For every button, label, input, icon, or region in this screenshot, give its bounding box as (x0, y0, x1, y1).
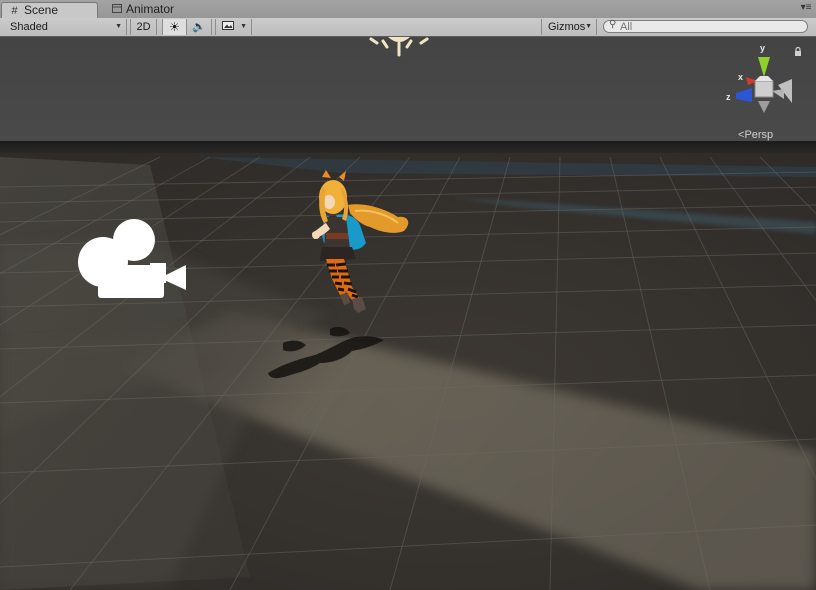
scene-window: # Scene Animator ▾≡ Shaded ▼ 2D ☀ 🔈 ▼ Giz… (0, 0, 816, 590)
search-input[interactable] (620, 21, 800, 32)
scene-lighting-toggle[interactable]: ☀ (162, 19, 187, 35)
speaker-icon: 🔈 (192, 21, 206, 33)
scene-effects-dropdown[interactable]: ▼ (215, 19, 252, 35)
scene-render (0, 37, 816, 590)
tab-scene[interactable]: # Scene (1, 2, 98, 18)
chevron-down-icon: ▼ (115, 23, 122, 30)
gizmo-axis-z-label: z (726, 92, 731, 102)
shading-mode-label: Shaded (10, 21, 48, 33)
gizmos-dropdown[interactable]: Gizmos ▼ (541, 19, 597, 35)
sun-icon: ☀ (169, 20, 180, 34)
tab-animator-label: Animator (126, 2, 175, 16)
projection-label: Persp (744, 129, 774, 141)
gizmo-axis-x-label: x (738, 72, 744, 82)
scene-audio-toggle[interactable]: 🔈 (187, 19, 212, 35)
lock-icon[interactable] (794, 47, 802, 56)
tab-bar: # Scene Animator ▾≡ (0, 0, 816, 19)
gizmo-axis-y-label: y (760, 43, 766, 53)
chevron-down-icon: ▼ (240, 23, 247, 30)
image-icon (222, 21, 234, 33)
tab-menu-icon[interactable]: ▾≡ (800, 2, 812, 14)
tab-scene-label: Scene (24, 3, 59, 17)
grid-icon: # (11, 5, 18, 17)
gizmos-label: Gizmos (548, 21, 586, 33)
shading-mode-dropdown[interactable]: Shaded ▼ (0, 19, 127, 35)
animator-icon (110, 3, 123, 18)
hierarchy-search[interactable]: ⚲ (603, 19, 808, 33)
tab-animator[interactable]: Animator (104, 2, 194, 18)
scene-toolbar: Shaded ▼ 2D ☀ 🔈 ▼ Gizmos ▼ ⚲ (0, 18, 816, 37)
2d-mode-button[interactable]: 2D (130, 19, 157, 35)
chevron-down-icon: ▼ (585, 23, 592, 30)
scene-viewport[interactable]: y x z <Persp (0, 37, 816, 590)
search-icon: ⚲ (609, 19, 617, 30)
projection-toggle[interactable]: <Persp (738, 129, 773, 141)
